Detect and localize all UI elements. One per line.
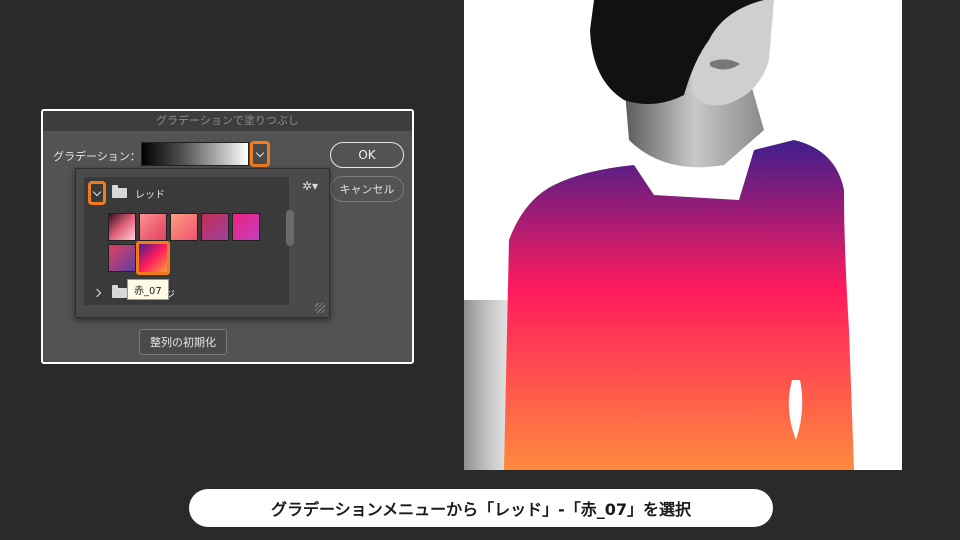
gradient-swatch[interactable]	[170, 213, 198, 241]
photo-canvas	[464, 0, 902, 470]
cancel-button[interactable]: キャンセル	[330, 176, 404, 202]
gradient-swatch[interactable]	[232, 213, 260, 241]
gradient-preview[interactable]	[141, 142, 249, 166]
gear-icon[interactable]: ✲▾	[302, 179, 318, 193]
gradient-fill-dialog: グラデーションで塗りつぶし グラデーション： OK キャンセル 整列の初期化 ✲…	[41, 109, 414, 364]
dialog-title: グラデーションで塗りつぶし	[43, 111, 412, 131]
reset-alignment-button[interactable]: 整列の初期化	[139, 329, 227, 355]
gradient-dropdown-button[interactable]	[250, 141, 270, 167]
gradient-swatch[interactable]	[108, 213, 136, 241]
gradient-swatch[interactable]	[139, 213, 167, 241]
resize-grip[interactable]	[315, 303, 325, 313]
folder-expand-toggle[interactable]	[88, 181, 106, 205]
chevron-down-icon	[255, 148, 265, 157]
gradient-list: レッド オレンジ	[84, 177, 294, 305]
folder-expand-toggle[interactable]	[88, 281, 106, 305]
instruction-caption: グラデーションメニューから「レッド」-「赤_07」を選択	[189, 489, 773, 527]
folder-icon	[112, 185, 127, 198]
folder-icon	[112, 285, 127, 298]
gradient-tooltip: 赤_07	[127, 279, 169, 300]
ok-button[interactable]: OK	[330, 142, 404, 168]
folder-label: レッド	[135, 189, 165, 201]
gradient-swatch[interactable]	[201, 213, 229, 241]
chevron-down-icon	[92, 187, 102, 196]
gradient-swatch[interactable]	[108, 244, 136, 272]
portrait-illustration	[464, 0, 854, 470]
chevron-right-icon	[92, 288, 102, 298]
gradient-label: グラデーション：	[53, 150, 141, 163]
gradient-swatch-selected[interactable]	[136, 241, 170, 275]
scrollbar-thumb[interactable]	[286, 210, 294, 246]
folder-row-red[interactable]: レッド	[88, 181, 165, 205]
gradient-picker-popup: ✲▾ レッド	[75, 168, 330, 318]
